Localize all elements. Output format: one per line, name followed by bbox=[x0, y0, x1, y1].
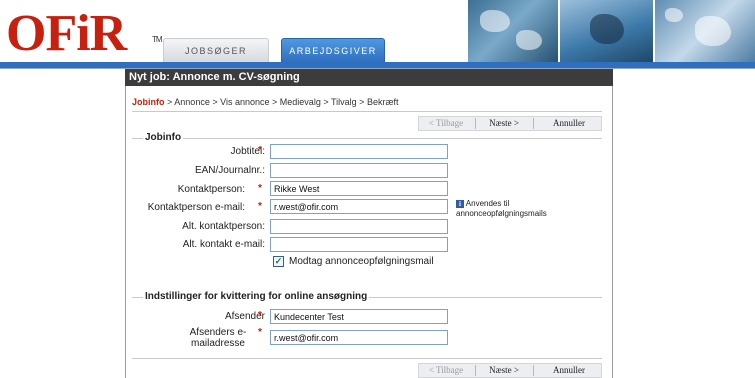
info-note: i Anvendes til annonceopfølgningsmails bbox=[456, 199, 586, 219]
breadcrumb-bekraeft: Bekræft bbox=[366, 97, 399, 107]
page-title: Nyt job: Annonce m. CV-søgning bbox=[125, 69, 613, 86]
cancel-button-top[interactable]: Annuller bbox=[538, 117, 600, 130]
required-marker: * bbox=[258, 201, 262, 212]
site-header: OFiR TM JOBSØGER ARBEJDSGIVER bbox=[0, 0, 755, 69]
breadcrumb-tilvalg: Tilvalg bbox=[330, 97, 357, 107]
breadcrumb-medievalg: Medievalg bbox=[279, 97, 321, 107]
cancel-button-bottom[interactable]: Annuller bbox=[538, 364, 600, 377]
puzzle-image-1 bbox=[468, 0, 558, 64]
label-alt-kontakt-email: Alt. kontakt e-mail: bbox=[182, 239, 265, 250]
jobtitel-input[interactable] bbox=[270, 144, 448, 159]
label-alt-kontaktperson: Alt. kontaktperson: bbox=[182, 221, 265, 232]
breadcrumb-divider bbox=[132, 111, 602, 112]
breadcrumb-annonce: Annonce bbox=[174, 97, 210, 107]
required-marker: * bbox=[258, 310, 262, 321]
breadcrumb-vis-annonce: Vis annonce bbox=[220, 97, 270, 107]
required-marker: * bbox=[258, 145, 262, 156]
logo-text: OFiR bbox=[6, 5, 127, 62]
info-text: Anvendes til annonceopfølgningsmails bbox=[456, 199, 547, 218]
breadcrumb-jobinfo: Jobinfo bbox=[132, 97, 165, 107]
jobinfo-heading: Jobinfo bbox=[143, 132, 184, 143]
bottom-divider bbox=[132, 358, 602, 359]
next-button-bottom[interactable]: Næste > bbox=[479, 364, 529, 377]
bottom-nav-buttons: < Tilbage Næste > Annuller bbox=[418, 363, 602, 378]
tab-jobsoger[interactable]: JOBSØGER bbox=[163, 38, 269, 62]
logo-trademark: TM bbox=[152, 35, 163, 44]
alt-kontakt-email-input[interactable] bbox=[270, 237, 448, 252]
ean-input[interactable] bbox=[270, 163, 448, 178]
back-button-bottom[interactable]: < Tilbage bbox=[421, 364, 471, 377]
afsender-input[interactable] bbox=[270, 309, 448, 324]
jobinfo-rule bbox=[132, 138, 602, 139]
label-kontaktperson-email: Kontaktperson e-mail: bbox=[147, 202, 245, 213]
puzzle-image-3 bbox=[655, 0, 755, 64]
back-button-top[interactable]: < Tilbage bbox=[421, 117, 471, 130]
puzzle-image-2 bbox=[560, 0, 653, 64]
kontaktperson-email-input[interactable] bbox=[270, 199, 448, 214]
alt-kontaktperson-input[interactable] bbox=[270, 219, 448, 234]
opfolgningsmail-label: Modtag annonceopfølgningsmail bbox=[289, 256, 434, 267]
info-icon: i bbox=[456, 200, 464, 208]
tab-arbejdsgiver[interactable]: ARBEJDSGIVER bbox=[281, 38, 385, 62]
required-marker: * bbox=[258, 183, 262, 194]
top-nav-buttons: < Tilbage Næste > Annuller bbox=[418, 116, 602, 131]
label-ean: EAN/Journalnr.: bbox=[194, 165, 265, 176]
label-afsender-email: Afsenders e-mailadresse bbox=[189, 327, 247, 349]
ofir-logo[interactable]: OFiR TM bbox=[6, 5, 163, 62]
breadcrumb: Jobinfo > Annonce > Vis annonce > Mediev… bbox=[132, 97, 399, 107]
label-kontaktperson: Kontaktperson: bbox=[177, 184, 245, 195]
receipt-heading: Indstillinger for kvittering for online … bbox=[143, 291, 370, 302]
required-marker: * bbox=[258, 327, 262, 338]
afsender-email-input[interactable] bbox=[270, 330, 448, 345]
opfolgningsmail-checkbox[interactable]: ✓ bbox=[273, 256, 284, 267]
next-button-top[interactable]: Næste > bbox=[479, 117, 529, 130]
kontaktperson-input[interactable] bbox=[270, 181, 448, 196]
